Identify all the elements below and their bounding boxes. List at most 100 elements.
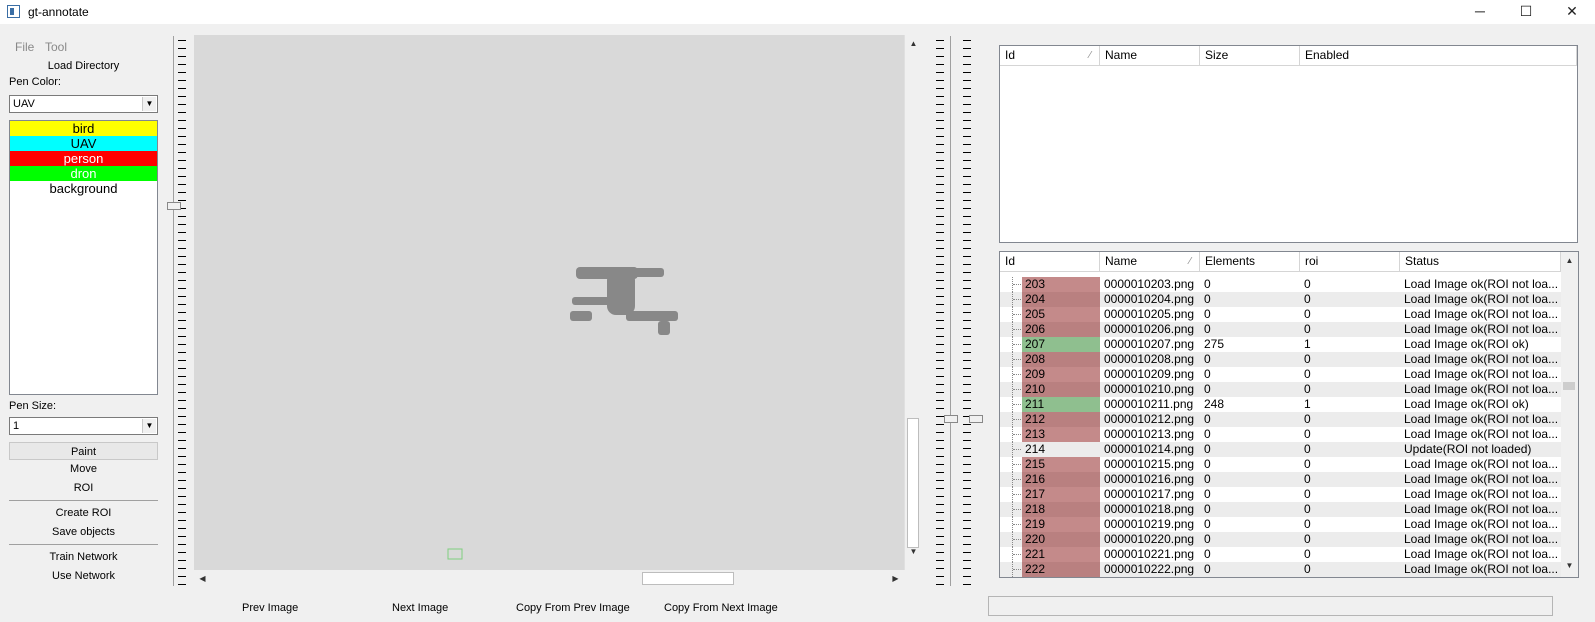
row-status: Load Image ok(ROI not loa... <box>1404 307 1559 321</box>
row-id-cell: 207 <box>1000 337 1100 352</box>
row-id: 216 <box>1022 472 1100 487</box>
pen-size-select[interactable]: 1 ▼ <box>9 417 158 435</box>
table-row[interactable]: 213 0000010213.png 0 0 Load Image ok(ROI not… <box>1000 427 1561 442</box>
row-id: 212 <box>1022 412 1100 427</box>
slider-handle[interactable] <box>944 415 958 423</box>
table-row[interactable]: 208 0000010208.png 0 0 Load Image ok(ROI not… <box>1000 352 1561 367</box>
prev-image-button[interactable]: Prev Image <box>242 602 298 614</box>
table-row[interactable]: 210 0000010210.png 0 0 Load Image ok(ROI not… <box>1000 382 1561 397</box>
table-row[interactable]: 220 0000010220.png 0 0 Load Image ok(ROI not… <box>1000 532 1561 547</box>
arrow-up-icon[interactable]: ▲ <box>1561 252 1578 269</box>
color-item-2[interactable]: person <box>10 151 157 166</box>
create-roi-button[interactable]: Create ROI <box>9 504 158 522</box>
drone-image <box>447 267 678 560</box>
row-id-cell: 214 <box>1000 442 1100 457</box>
table-row[interactable]: 204 0000010204.png 0 0 Load Image ok(ROI not… <box>1000 292 1561 307</box>
scroll-thumb[interactable] <box>907 418 919 548</box>
scroll-thumb[interactable] <box>642 572 734 585</box>
image-canvas[interactable] <box>194 35 904 570</box>
row-elements: 0 <box>1204 382 1211 396</box>
copy-from-next-image-button[interactable]: Copy From Next Image <box>664 602 778 614</box>
table-row[interactable]: 217 0000010217.png 0 0 Load Image ok(ROI not… <box>1000 487 1561 502</box>
tree-branch-icon <box>1012 427 1022 442</box>
use-network-button[interactable]: Use Network <box>9 567 158 585</box>
row-roi: 0 <box>1304 382 1311 396</box>
arrow-down-icon[interactable]: ▼ <box>1561 557 1578 574</box>
row-name: 0000010210.png <box>1104 382 1195 396</box>
row-status: Update(ROI not loaded) <box>1404 442 1532 456</box>
color-item-1[interactable]: UAV <box>10 136 157 151</box>
pen-size-value: 1 <box>13 420 20 432</box>
row-name: 0000010206.png <box>1104 322 1195 336</box>
row-status: Load Image ok(ROI not loa... <box>1404 292 1559 306</box>
copy-from-prev-image-button[interactable]: Copy From Prev Image <box>516 602 630 614</box>
scroll-thumb[interactable] <box>1563 382 1575 390</box>
table-row[interactable]: 219 0000010219.png 0 0 Load Image ok(ROI not… <box>1000 517 1561 532</box>
zoom-slider-handle[interactable] <box>167 202 181 210</box>
table-row[interactable]: 205 0000010205.png 0 0 Load Image ok(ROI not… <box>1000 307 1561 322</box>
table-row[interactable]: 214 0000010214.png 0 0 Update(ROI not loaded… <box>1000 442 1561 457</box>
row-status: Load Image ok(ROI not loa... <box>1404 487 1559 501</box>
table-row[interactable]: 221 0000010221.png 0 0 Load Image ok(ROI not… <box>1000 547 1561 562</box>
table-row[interactable]: 222 0000010222.png 0 0 Load Image ok(ROI not… <box>1000 562 1561 577</box>
row-id: 221 <box>1022 547 1100 562</box>
color-item-4[interactable]: background <box>10 181 157 196</box>
column-header-elements[interactable]: Elements <box>1200 252 1300 272</box>
color-list[interactable]: bird UAV person dron background <box>9 120 158 395</box>
canvas-horizontal-scrollbar[interactable]: ◀ ▶ <box>194 570 904 587</box>
column-header-enabled[interactable]: Enabled <box>1300 46 1577 66</box>
arrow-right-icon[interactable]: ▶ <box>887 570 904 587</box>
color-item-3[interactable]: dron <box>10 166 157 181</box>
column-header-id[interactable]: Id ⁄ <box>1000 46 1100 66</box>
minimize-button[interactable]: ─ <box>1457 0 1503 24</box>
row-id: 208 <box>1022 352 1100 367</box>
table-row[interactable]: 206 0000010206.png 0 0 Load Image ok(ROI not… <box>1000 322 1561 337</box>
paint-button[interactable]: Paint <box>9 442 158 460</box>
table-row[interactable]: 207 0000010207.png 275 1 Load Image ok(ROI o… <box>1000 337 1561 352</box>
table-row[interactable]: 216 0000010216.png 0 0 Load Image ok(ROI not… <box>1000 472 1561 487</box>
table-vertical-scrollbar[interactable]: ▲ ▼ <box>1561 252 1578 577</box>
row-name: 0000010221.png <box>1104 547 1195 561</box>
row-id: 209 <box>1022 367 1100 382</box>
maximize-button[interactable]: ☐ <box>1503 0 1549 24</box>
column-header-name[interactable]: Name <box>1100 46 1200 66</box>
table-row[interactable]: 203 0000010203.png 0 0 Load Image ok(ROI not… <box>1000 277 1561 292</box>
table-row[interactable]: 218 0000010218.png 0 0 Load Image ok(ROI not… <box>1000 502 1561 517</box>
table-row[interactable]: 212 0000010212.png 0 0 Load Image ok(ROI not… <box>1000 412 1561 427</box>
column-header-roi[interactable]: roi <box>1300 252 1400 272</box>
menu-tool[interactable]: Tool <box>45 40 67 54</box>
row-status: Load Image ok(ROI not loa... <box>1404 532 1559 546</box>
row-elements: 0 <box>1204 562 1211 576</box>
tree-branch-icon <box>1012 547 1022 562</box>
save-objects-button[interactable]: Save objects <box>9 523 158 541</box>
table-row[interactable]: 211 0000010211.png 248 1 Load Image ok(ROI o… <box>1000 397 1561 412</box>
tree-branch-icon <box>1012 382 1022 397</box>
pen-color-select[interactable]: UAV ▼ <box>9 95 158 113</box>
table-row[interactable]: 215 0000010215.png 0 0 Load Image ok(ROI not… <box>1000 457 1561 472</box>
objects-table[interactable]: Id ⁄ Name Size Enabled <box>999 45 1578 243</box>
color-item-0[interactable]: bird <box>10 121 157 136</box>
roi-button[interactable]: ROI <box>9 479 158 497</box>
row-elements: 0 <box>1204 427 1211 441</box>
next-image-button[interactable]: Next Image <box>392 602 448 614</box>
arrow-up-icon[interactable]: ▲ <box>905 35 922 52</box>
canvas-vertical-scrollbar[interactable]: ▲ ▼ <box>904 35 921 570</box>
row-status: Load Image ok(ROI not loa... <box>1404 352 1559 366</box>
column-header-name[interactable]: Name ⁄ <box>1100 252 1200 272</box>
move-button[interactable]: Move <box>9 460 158 478</box>
arrow-down-icon[interactable]: ▼ <box>905 543 922 560</box>
row-roi: 0 <box>1304 442 1311 456</box>
row-id: 218 <box>1022 502 1100 517</box>
column-header-status[interactable]: Status <box>1400 252 1561 272</box>
train-network-button[interactable]: Train Network <box>9 548 158 566</box>
menu-file[interactable]: File <box>15 40 34 54</box>
slider-handle[interactable] <box>969 415 983 423</box>
row-roi: 0 <box>1304 487 1311 501</box>
images-table[interactable]: Id Name ⁄ Elements roi Status 203 00000102… <box>999 251 1579 578</box>
close-button[interactable]: ✕ <box>1549 0 1595 24</box>
column-header-size[interactable]: Size <box>1200 46 1300 66</box>
column-header-id[interactable]: Id <box>1000 252 1100 272</box>
load-directory-button[interactable]: Load Directory <box>9 57 158 75</box>
table-row[interactable]: 209 0000010209.png 0 0 Load Image ok(ROI not… <box>1000 367 1561 382</box>
arrow-left-icon[interactable]: ◀ <box>194 570 211 587</box>
